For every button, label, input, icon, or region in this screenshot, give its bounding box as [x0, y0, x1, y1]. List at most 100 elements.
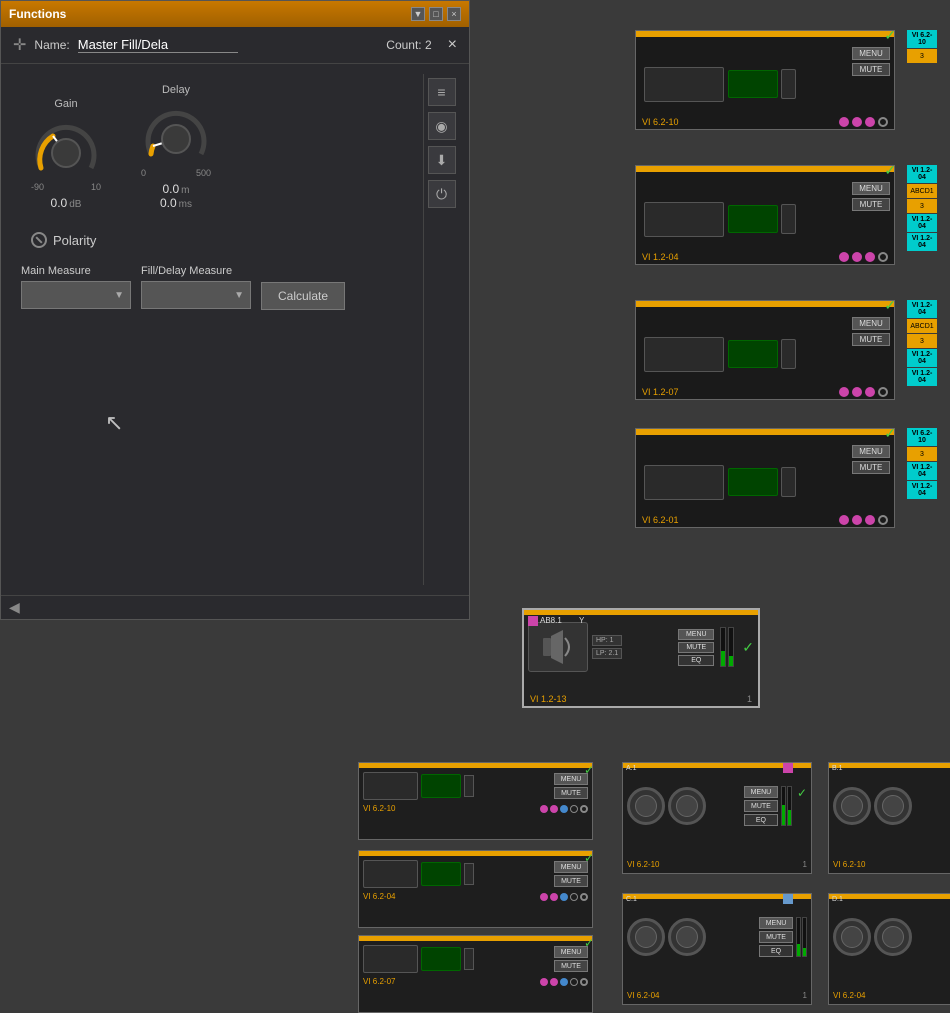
rtab-3e: VI 1.2-04: [907, 368, 937, 386]
bl-d3: [560, 805, 568, 813]
mute-btn-1[interactable]: MUTE: [852, 63, 890, 76]
large-dev-sub: 1: [747, 694, 752, 704]
name-input[interactable]: [78, 37, 238, 53]
delay-value-ms: 0.0: [160, 196, 177, 210]
panel-main: Gain -90: [11, 74, 413, 585]
fill-delay-group: Fill/Delay Measure ▼: [141, 265, 251, 309]
bl-screen2: [363, 860, 418, 888]
polarity-row: Polarity: [11, 228, 413, 252]
dot5: [852, 252, 862, 262]
panel-body: Gain -90: [1, 64, 469, 595]
dot11: [852, 515, 862, 525]
drag-handle[interactable]: ✛: [13, 35, 26, 55]
bl-d7: [550, 893, 558, 901]
bl-d6: [540, 893, 548, 901]
gain-knob[interactable]: [31, 118, 101, 178]
bl-menu2[interactable]: MENU: [554, 861, 588, 873]
mc-mute-A1[interactable]: MUTE: [744, 800, 778, 812]
restore-button[interactable]: □: [429, 7, 443, 21]
mc-mute-C1[interactable]: MUTE: [759, 931, 793, 943]
large-dev-id: AB8.1: [540, 616, 562, 625]
mute-btn-4[interactable]: MUTE: [852, 461, 890, 474]
panel-bottom: ◀: [1, 595, 469, 619]
minimize-button[interactable]: ▼: [411, 7, 425, 21]
toolbar-btn-download[interactable]: ⬇: [428, 146, 456, 174]
large-menu-btn[interactable]: MENU: [678, 629, 714, 640]
polarity-icon[interactable]: [31, 232, 47, 248]
rtab-2b: ABCD1: [907, 184, 937, 198]
large-device-card: HP: 1 LP: 2.1 MENU MUTE EQ ✓ VI 1.2-13 1…: [522, 608, 760, 708]
menu-btn-1[interactable]: MENU: [852, 47, 890, 60]
measure-row: Main Measure ▼ Fill/Delay Measure ▼ Calc…: [11, 260, 413, 314]
bl-d10: [580, 893, 588, 901]
close-button[interactable]: ×: [448, 36, 457, 54]
close-titlebar-button[interactable]: ×: [447, 7, 461, 21]
bottom-left-card-3: MENU MUTE VI 6.2-07 ✓: [358, 935, 593, 1013]
right-card-D1: D.1 MENU MUTE EQ VI 6.2-04: [828, 893, 950, 1005]
calculate-button[interactable]: Calculate: [261, 282, 345, 310]
dot7: [839, 387, 849, 397]
menu-btn-2[interactable]: MENU: [852, 182, 890, 195]
mc-id-C1: C.1: [623, 894, 640, 905]
mid-card-A1: A.1 MENU MUTE EQ ✓ VI 6.2-10 1: [622, 762, 812, 874]
main-measure-dropdown[interactable]: ▼: [21, 281, 131, 309]
large-checkmark: ✓: [742, 639, 754, 656]
device-card-4: MENU MUTE VI 6.2-01 ✓ VI 6.2-10 3 VI 1.2…: [635, 428, 905, 528]
power-dot2: [878, 252, 888, 262]
delay-unit-ms: ms: [179, 199, 192, 210]
bl-check1: ✓: [584, 763, 594, 777]
bl-d12: [550, 978, 558, 986]
dot1: [839, 117, 849, 127]
device-card-2: MENU MUTE VI 1.2-04 ✓ VI 1.2-04 ABCD1 3 …: [635, 165, 905, 265]
large-mute-btn[interactable]: MUTE: [678, 642, 714, 653]
toolbar-btn-list[interactable]: ≡: [428, 78, 456, 106]
bl-mute1[interactable]: MUTE: [554, 787, 588, 799]
right-card-B1: B.1 MENU MUTE EQ VI 6.2-10: [828, 762, 950, 874]
functions-panel: Functions ▼ □ × ✛ Name: Count: 2 × Gain: [0, 0, 470, 620]
titlebar-controls: ▼ □ ×: [411, 7, 461, 21]
menu-btn-3[interactable]: MENU: [852, 317, 890, 330]
bl-d13: [560, 978, 568, 986]
large-dev-label: VI 1.2-13: [530, 694, 567, 704]
mc-eq-A1[interactable]: EQ: [744, 814, 778, 826]
mute-btn-3[interactable]: MUTE: [852, 333, 890, 346]
fill-delay-label: Fill/Delay Measure: [141, 265, 251, 277]
mc-menu-C1[interactable]: MENU: [759, 917, 793, 929]
bl-strip1: [464, 775, 474, 797]
gain-unit: dB: [69, 199, 81, 210]
menu-btn-4[interactable]: MENU: [852, 445, 890, 458]
bl-strip2: [464, 863, 474, 885]
rtab-3b: ABCD1: [907, 319, 937, 333]
mc-dot-C1: [783, 894, 793, 904]
rtab-1b: 3: [907, 49, 937, 63]
mc-sub-C1: 1: [803, 991, 807, 1000]
bl-menu1[interactable]: MENU: [554, 773, 588, 785]
bl-label1: VI 6.2-10: [363, 804, 395, 813]
bl-mute2[interactable]: MUTE: [554, 875, 588, 887]
checkmark-4: ✓: [884, 425, 896, 442]
large-dev-ch: Y: [579, 616, 584, 625]
card2-label: VI 1.2-04: [642, 252, 679, 262]
rtab-3c: 3: [907, 334, 937, 348]
delay-knob[interactable]: [141, 104, 211, 164]
mute-btn-2[interactable]: MUTE: [852, 198, 890, 211]
panel-title: Functions: [9, 7, 66, 21]
bl-mute3[interactable]: MUTE: [554, 960, 588, 972]
toolbar-btn-audio[interactable]: ◉: [428, 112, 456, 140]
delay-knob-group: Delay 0 500: [141, 84, 211, 210]
device-card-3: MENU MUTE VI 1.2-07 ✓ VI 1.2-04 ABCD1 3 …: [635, 300, 905, 400]
right-strip-4: VI 6.2-10 3 VI 1.2-04 VI 1.2-04: [907, 428, 937, 499]
mc-menu-A1[interactable]: MENU: [744, 786, 778, 798]
large-eq-btn[interactable]: EQ: [678, 655, 714, 666]
bl-menu3[interactable]: MENU: [554, 946, 588, 958]
rtab-4b: 3: [907, 447, 937, 461]
scroll-left-arrow[interactable]: ◀: [9, 599, 20, 616]
rtab-2e: VI 1.2-04: [907, 233, 937, 251]
toolbar-btn-power[interactable]: ⏻: [428, 180, 456, 208]
mc-eq-C1[interactable]: EQ: [759, 945, 793, 957]
titlebar: Functions ▼ □ ×: [1, 1, 469, 27]
rtab-3d: VI 1.2-04: [907, 349, 937, 367]
bl-d14: [570, 978, 578, 986]
fill-delay-dropdown[interactable]: ▼: [141, 281, 251, 309]
rtab-3a: VI 1.2-04: [907, 300, 937, 318]
